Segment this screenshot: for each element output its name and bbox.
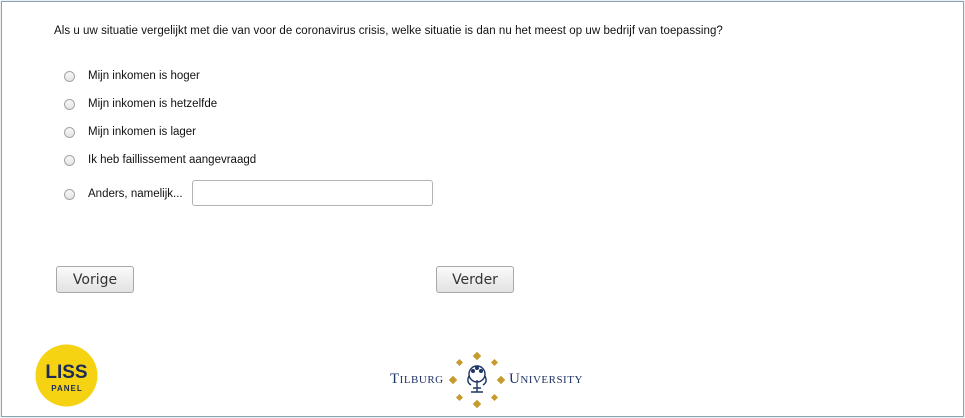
tilburg-word: Tilburg: [390, 371, 444, 387]
survey-frame: Als u uw situatie vergelijkt met die van…: [1, 1, 964, 417]
option-label: Ik heb faillissement aangevraagd: [88, 154, 257, 166]
option-faillissement[interactable]: Ik heb faillissement aangevraagd: [64, 154, 256, 166]
anders-text-input[interactable]: [192, 180, 433, 206]
option-label: Mijn inkomen is hetzelfde: [88, 98, 218, 110]
option-inkomen-hetzelfde[interactable]: Mijn inkomen is hetzelfde: [64, 98, 217, 110]
question-text: Als u uw situatie vergelijkt met die van…: [54, 25, 723, 37]
option-label: Mijn inkomen is hoger: [88, 70, 200, 82]
radio-button[interactable]: [64, 98, 75, 110]
liss-panel-logo: LISS PANEL: [35, 344, 98, 407]
option-inkomen-hoger[interactable]: Mijn inkomen is hoger: [64, 70, 200, 82]
next-button[interactable]: Verder: [436, 266, 514, 293]
liss-logo-text: LISS: [45, 362, 87, 383]
tilburg-university-logo: Tilburg University: [390, 352, 590, 408]
option-inkomen-lager[interactable]: Mijn inkomen is lager: [64, 126, 196, 138]
radio-button[interactable]: [64, 70, 75, 82]
university-word: University: [509, 371, 583, 387]
tilburg-emblem-icon: [449, 352, 505, 408]
option-label: Anders, namelijk...: [88, 188, 183, 200]
radio-button[interactable]: [64, 126, 75, 138]
option-label: Mijn inkomen is lager: [88, 126, 197, 138]
option-anders[interactable]: Anders, namelijk...: [64, 188, 183, 200]
liss-logo-subtext: PANEL: [51, 384, 83, 393]
previous-button[interactable]: Vorige: [56, 266, 134, 293]
radio-button[interactable]: [64, 154, 75, 166]
radio-button[interactable]: [64, 188, 75, 200]
